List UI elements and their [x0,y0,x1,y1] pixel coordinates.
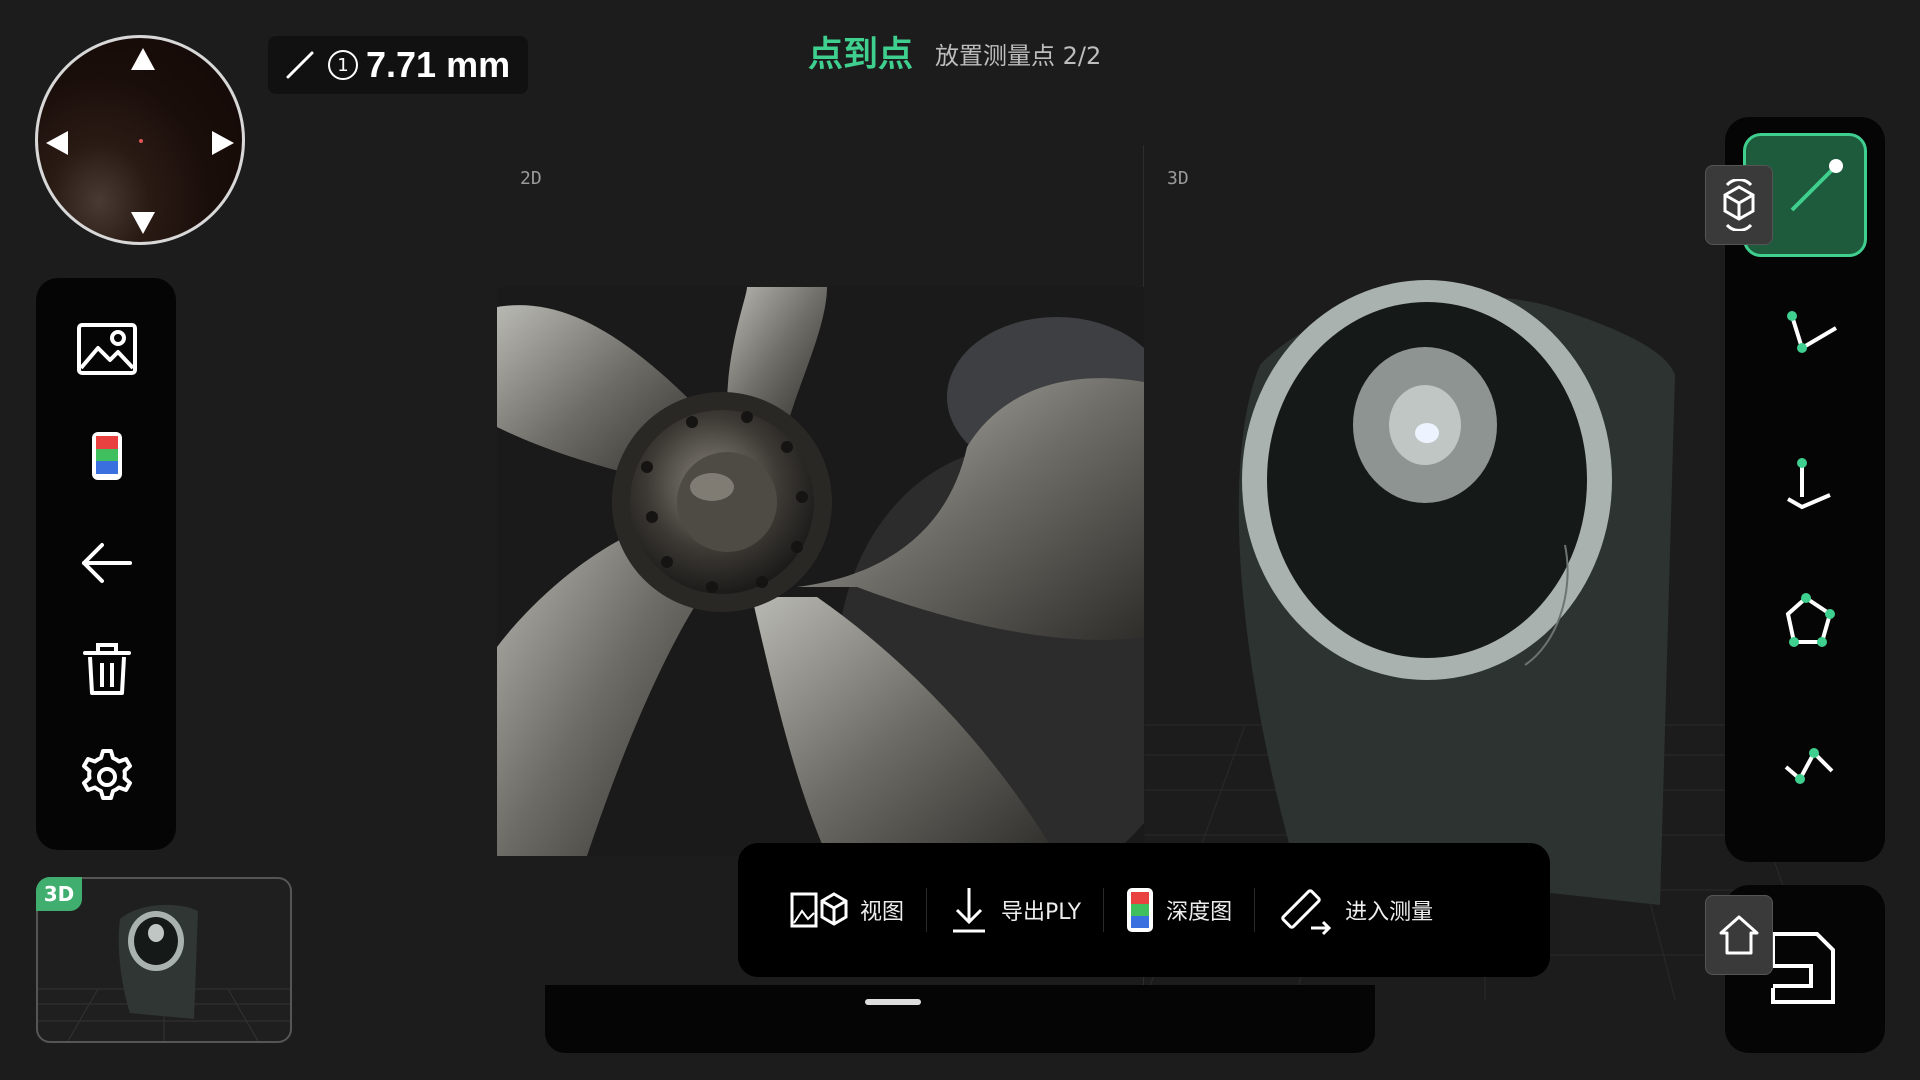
depth-map-icon [90,430,124,482]
bottom-tray [545,985,1375,1053]
3d-model-view-button[interactable] [1705,165,1773,245]
view-label-2d: 2D [520,168,542,189]
delete-button[interactable] [72,635,142,705]
save-file-icon [1767,932,1835,1004]
action-bar: 视图 导出PLY 深度图 进入测量 [738,843,1550,977]
depth-map-button[interactable] [72,421,142,491]
view-2d3d-icon [790,891,848,929]
point-to-point-icon [1786,156,1846,216]
enter-measure-label: 进入测量 [1345,900,1434,925]
center-dot [139,139,143,143]
ruler-icon [1277,884,1333,936]
home-icon [1717,913,1761,957]
3d-badge: 3D [36,877,82,911]
arrow-left-icon[interactable] [44,130,70,156]
left-toolbar [36,278,176,850]
arrow-down-icon[interactable] [130,210,156,236]
view-button[interactable]: 视图 [768,882,926,938]
photo-2d-view[interactable] [497,287,1144,856]
polygon-area-icon [1780,590,1840,650]
measure-value: 7.71 mm [366,44,511,85]
depth-map-icon [1126,887,1154,933]
download-icon [949,886,989,934]
depth-map-view-button[interactable]: 深度图 [1104,882,1254,938]
polygon-area-tool[interactable] [1780,590,1840,650]
arrow-right-icon[interactable] [210,130,236,156]
angle-tool[interactable] [1780,300,1840,360]
export-ply-label: 导出PLY [1001,900,1082,925]
angle-icon [1780,300,1840,360]
settings-button[interactable] [72,742,142,812]
height-icon [1780,455,1840,515]
height-tool[interactable] [1780,455,1840,515]
trash-icon [82,643,132,697]
polyline-icon [1780,735,1840,795]
view-label: 视图 [860,900,905,925]
drag-handle[interactable] [865,999,921,1005]
page-title: 点到点 [808,35,914,75]
polyline-tool[interactable] [1780,735,1840,795]
propeller-photo [497,287,1144,856]
settings-gear-icon [78,748,136,806]
undo-button[interactable] [72,528,142,598]
page-subtitle: 放置测量点 2/2 [935,42,1102,70]
depth-map-label: 深度图 [1166,900,1233,925]
back-arrow-icon [80,541,134,585]
home-button[interactable] [1705,895,1773,975]
measure-line-icon [284,49,316,81]
export-ply-button[interactable]: 导出PLY [927,882,1103,938]
image-icon [76,322,138,376]
navigation-joystick[interactable] [35,35,245,245]
arrow-up-icon[interactable] [130,46,156,72]
measurement-readout: 1 7.71 mm [268,36,528,94]
save-file-button[interactable] [1767,930,1837,1006]
measure-index-badge: 1 [328,50,358,80]
cube-rotate-icon [1719,179,1759,231]
enter-measure-button[interactable]: 进入测量 [1255,882,1455,938]
image-button[interactable] [72,314,142,384]
